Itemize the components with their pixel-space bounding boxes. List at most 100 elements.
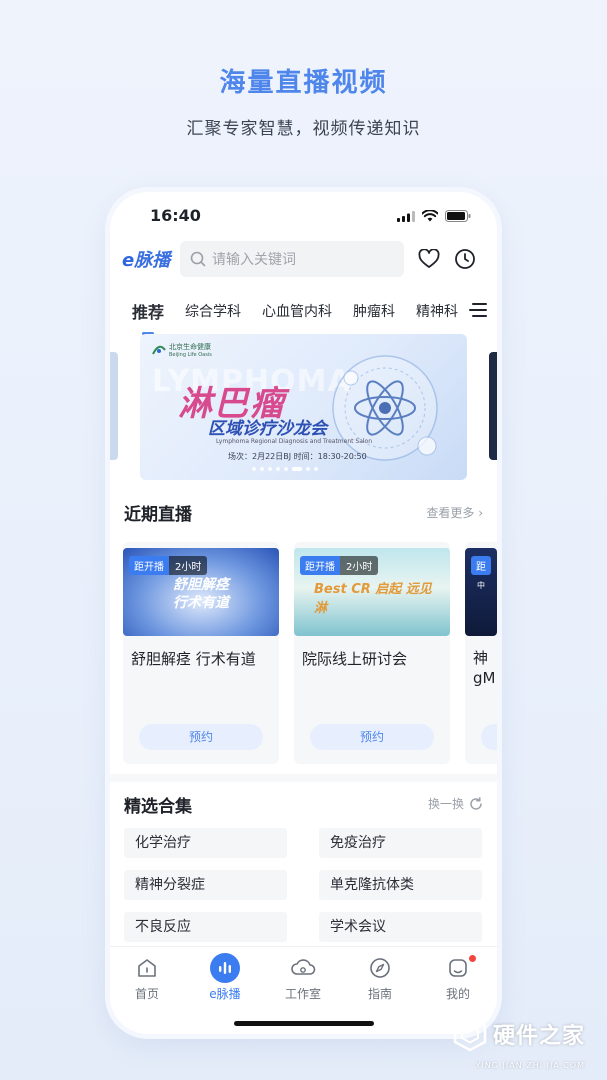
view-more-link[interactable]: 查看更多 › bbox=[426, 504, 483, 521]
app-logo: e脉播 bbox=[122, 246, 180, 272]
live-card[interactable]: 舒胆解痉 行术有道 距开播 2小时 舒胆解痉 行术有道 预约 bbox=[123, 542, 279, 764]
tab-oncology[interactable]: 肿瘤科 bbox=[353, 301, 395, 321]
banner-prev-peek[interactable] bbox=[110, 352, 118, 460]
tabbar-live-label: e脉播 bbox=[209, 987, 241, 1001]
battery-icon bbox=[445, 210, 471, 222]
phone-screen: 16:40 e脉播 请输入关键词 推荐 综合学科 心血管内科 肿瘤科 精神科 L… bbox=[110, 192, 497, 1034]
refresh-button[interactable]: 换一换 bbox=[428, 795, 483, 812]
collection-item[interactable]: 化学治疗 bbox=[124, 828, 287, 858]
bottom-tab-bar: 首页 e脉播 工作室 指南 我的 bbox=[110, 946, 497, 1034]
tab-cardiology[interactable]: 心血管内科 bbox=[262, 301, 332, 321]
live-card-title: 院际线上研讨会 bbox=[302, 650, 408, 668]
tabbar-studio-label: 工作室 bbox=[284, 987, 321, 1001]
tabbar-guide-label: 指南 bbox=[367, 987, 392, 1001]
watermark-subtext: YING JIAN ZHI JIA.COM bbox=[475, 1061, 585, 1070]
home-indicator bbox=[234, 1021, 374, 1026]
tabbar-studio[interactable]: 工作室 bbox=[273, 955, 333, 1002]
countdown-badge: 距 bbox=[471, 556, 491, 575]
status-icons bbox=[397, 210, 471, 222]
tabbar-guide[interactable]: 指南 bbox=[350, 955, 410, 1002]
brand-logo-icon bbox=[152, 345, 166, 355]
watermark-text: 硬件之家 bbox=[492, 1024, 585, 1049]
countdown-badge: 距开播 2小时 bbox=[300, 556, 379, 575]
badge-status: 距开播 bbox=[300, 556, 340, 575]
countdown-badge: 距开播 2小时 bbox=[129, 556, 208, 575]
collection-item[interactable]: 学术会议 bbox=[319, 912, 482, 942]
tab-general[interactable]: 综合学科 bbox=[185, 301, 241, 321]
cube-logo-icon bbox=[453, 1016, 487, 1052]
status-time: 16:40 bbox=[150, 206, 201, 225]
search-input[interactable]: 请输入关键词 bbox=[180, 241, 404, 277]
banner-title-en: Lymphoma Regional Diagnosis and Treatmen… bbox=[216, 438, 373, 445]
banner-schedule: 场次：2月22日BJ 时间：18:30-20:50 bbox=[228, 452, 367, 461]
tabbar-home[interactable]: 首页 bbox=[117, 955, 177, 1002]
live-thumbnail: 舒胆解痉 行术有道 距开播 2小时 bbox=[123, 548, 279, 636]
promo-subtitle: 汇聚专家智慧，视频传递知识 bbox=[186, 119, 421, 139]
view-more-label: 查看更多 bbox=[426, 506, 475, 520]
pagination-dot bbox=[276, 467, 280, 471]
history-button[interactable] bbox=[454, 248, 476, 270]
tabbar-live[interactable]: e脉播 bbox=[195, 953, 255, 1002]
profile-icon bbox=[449, 959, 467, 977]
pagination-dot bbox=[268, 467, 272, 471]
live-thumbnail: 距 中 bbox=[465, 548, 497, 636]
live-thumbnail: Best CR 启起 远见淋 距开播 2小时 bbox=[294, 548, 450, 636]
reserve-button[interactable]: 预约 bbox=[310, 724, 434, 750]
reserve-button[interactable] bbox=[481, 724, 497, 750]
hero-banner[interactable]: LYMPHOMA 北京生命健康 Beijing Life Oasis 淋巴瘤 区… bbox=[140, 334, 467, 480]
chevron-right-icon: › bbox=[478, 506, 483, 520]
thumb-text: 舒胆解痉 行术有道 bbox=[173, 577, 229, 611]
top-bar: e脉播 请输入关键词 bbox=[122, 240, 485, 278]
tabbar-home-label: 首页 bbox=[134, 987, 159, 1001]
recent-live-title: 近期直播 bbox=[124, 505, 192, 525]
tab-menu-icon[interactable] bbox=[469, 302, 487, 318]
history-clock-icon bbox=[455, 249, 475, 269]
pagination-dot bbox=[252, 467, 256, 471]
cloud-studio-icon bbox=[291, 959, 316, 975]
reserve-button[interactable]: 预约 bbox=[139, 724, 263, 750]
badge-time: 2小时 bbox=[340, 556, 379, 575]
banner-next-peek[interactable] bbox=[489, 352, 497, 460]
pagination-dot bbox=[314, 467, 318, 471]
logo-e: e bbox=[122, 250, 135, 271]
tab-recommend[interactable]: 推荐 bbox=[132, 299, 164, 335]
live-card-title: 神 gM bbox=[473, 649, 496, 687]
signal-icon bbox=[397, 210, 415, 222]
banner-brand-en: Beijing Life Oasis bbox=[169, 352, 212, 358]
pagination-dot bbox=[306, 467, 310, 471]
search-icon bbox=[190, 251, 206, 267]
heart-icon bbox=[418, 249, 440, 268]
tabbar-profile-label: 我的 bbox=[445, 987, 470, 1001]
home-icon bbox=[138, 959, 156, 977]
tabbar-profile[interactable]: 我的 bbox=[428, 955, 488, 1002]
pagination-dot-active bbox=[292, 467, 302, 471]
live-card-partial[interactable]: 距 中 神 gM bbox=[465, 542, 497, 764]
badge-status: 距 bbox=[471, 556, 491, 575]
refresh-icon bbox=[470, 796, 482, 810]
live-card[interactable]: Best CR 启起 远见淋 距开播 2小时 院际线上研讨会 预约 bbox=[294, 542, 450, 764]
category-tabs: 推荐 综合学科 心血管内科 肿瘤科 精神科 bbox=[132, 296, 487, 335]
collection-item[interactable]: 不良反应 bbox=[124, 912, 287, 942]
wifi-icon bbox=[422, 210, 438, 222]
live-card-title: 舒胆解痉 行术有道 bbox=[131, 650, 256, 668]
status-bar: 16:40 bbox=[110, 204, 497, 230]
thumb-text: 中 bbox=[477, 581, 485, 590]
notification-dot bbox=[469, 955, 476, 962]
refresh-label: 换一换 bbox=[427, 797, 464, 811]
pagination-dot bbox=[284, 467, 288, 471]
section-divider bbox=[110, 774, 497, 782]
search-placeholder: 请输入关键词 bbox=[212, 252, 296, 268]
tab-psychiatry[interactable]: 精神科 bbox=[416, 301, 458, 321]
banner-brand: 北京生命健康 Beijing Life Oasis bbox=[152, 342, 212, 358]
collections-title: 精选合集 bbox=[124, 797, 192, 817]
banner-pagination bbox=[252, 467, 318, 471]
collection-item[interactable]: 精神分裂症 bbox=[124, 870, 287, 900]
badge-status: 距开播 bbox=[129, 556, 169, 575]
collection-item[interactable]: 单克隆抗体类 bbox=[319, 870, 482, 900]
compass-icon bbox=[370, 958, 390, 978]
atom-graphic bbox=[332, 355, 438, 461]
badge-time: 2小时 bbox=[169, 556, 208, 575]
live-wave-icon bbox=[210, 953, 240, 983]
favorite-button[interactable] bbox=[418, 248, 440, 270]
collection-item[interactable]: 免疫治疗 bbox=[319, 828, 482, 858]
